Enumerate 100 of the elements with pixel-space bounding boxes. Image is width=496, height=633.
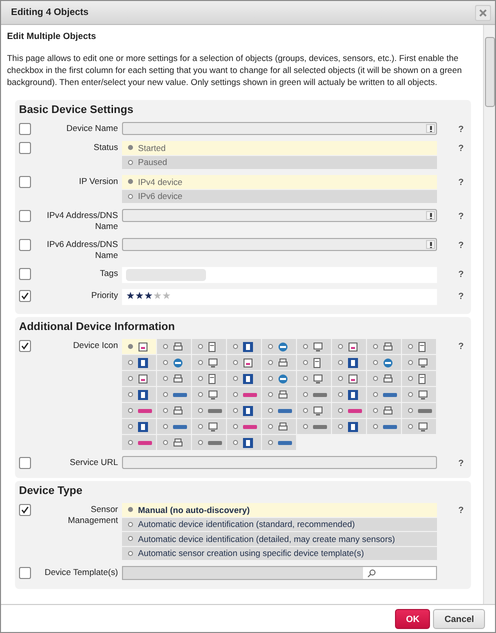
url-field[interactable] [122,456,437,469]
icon-option[interactable] [367,339,401,354]
radio-icon [408,344,413,349]
icon-option[interactable] [157,371,191,386]
icon-option[interactable] [192,387,226,402]
text-field[interactable] [122,238,437,251]
icon-option[interactable] [122,355,156,370]
field-label: Status [92,141,118,153]
icon-option[interactable] [192,339,226,354]
icon-option[interactable] [402,339,436,354]
icon-option[interactable] [227,371,261,386]
close-icon [479,8,487,16]
icon-option[interactable] [192,419,226,434]
checkbox[interactable] [19,340,31,352]
text-field[interactable] [122,122,437,135]
icon-option[interactable] [367,419,401,434]
checkbox[interactable] [19,567,31,579]
radio-option[interactable]: Automatic device identification (standard, recommended) [122,518,437,531]
checkbox[interactable] [19,457,31,469]
icon-option[interactable] [157,419,191,434]
radio-icon [408,408,413,413]
icon-option[interactable] [367,355,401,370]
icon-option[interactable] [297,403,331,418]
tags-field[interactable] [126,269,206,281]
icon-option[interactable] [262,403,296,418]
icon-option[interactable] [367,387,401,402]
help-mark[interactable]: ? [441,267,481,279]
icon-option[interactable] [367,403,401,418]
radio-option[interactable]: Automatic device identification (detailed, may create many sensors) [122,532,437,546]
radio-option[interactable]: Started [122,141,437,154]
icon-option[interactable] [402,387,436,402]
icon-option[interactable] [262,419,296,434]
icon-option[interactable] [157,403,191,418]
icon-option[interactable] [262,355,296,370]
icon-option[interactable] [227,435,261,450]
icon-option[interactable] [402,355,436,370]
printer-icon [278,358,288,368]
checkbox[interactable] [19,290,31,302]
icon-option[interactable] [332,419,366,434]
close-button[interactable] [475,4,491,20]
checkbox[interactable] [19,210,31,222]
icon-option[interactable] [192,355,226,370]
icon-option[interactable] [297,339,331,354]
device-icon [138,374,148,384]
icon-option[interactable] [332,355,366,370]
help-mark[interactable]: ? [441,209,481,221]
checkbox[interactable] [19,239,31,251]
icon-option[interactable] [192,371,226,386]
priority-stars[interactable]: ★★★★★ [126,292,171,302]
checkbox[interactable] [19,123,31,135]
icon-option[interactable] [332,371,366,386]
icon-option[interactable] [157,387,191,402]
icon-option[interactable] [157,435,191,450]
icon-option[interactable] [227,339,261,354]
help-mark[interactable]: ? [441,456,481,468]
icon-option[interactable] [227,403,261,418]
help-mark[interactable]: ? [441,122,481,134]
help-mark[interactable]: ? [441,339,481,351]
icon-option[interactable] [262,371,296,386]
icon-option[interactable] [297,355,331,370]
icon-option[interactable] [262,339,296,354]
search-field[interactable] [122,566,437,580]
icon-option[interactable] [332,339,366,354]
checkbox[interactable] [19,504,31,516]
help-mark[interactable]: ? [441,175,481,187]
circle-logo-icon [278,342,288,352]
radio-icon [233,392,238,397]
icon-option[interactable] [227,355,261,370]
checkbox[interactable] [19,176,31,188]
radio-option[interactable]: Manual (no auto-discovery) [122,503,437,516]
radio-option[interactable]: Paused [122,156,437,169]
radio-icon [303,408,308,413]
scrollbar[interactable] [483,25,495,604]
help-mark[interactable]: ? [441,141,481,153]
checkbox[interactable] [19,142,31,154]
radio-icon [128,376,133,381]
help-mark[interactable]: ? [441,503,481,515]
icon-option[interactable] [157,355,191,370]
radio-icon [128,344,133,349]
icon-option[interactable] [297,371,331,386]
icon-option[interactable] [157,339,191,354]
ok-button[interactable]: OK [394,608,430,628]
cancel-button[interactable]: Cancel [433,608,485,628]
icon-option[interactable] [332,387,366,402]
icon-option[interactable] [402,419,436,434]
icon-option[interactable] [402,371,436,386]
checkbox[interactable] [19,268,31,280]
help-mark[interactable]: ? [441,289,481,301]
icon-option[interactable] [367,371,401,386]
text-field[interactable] [122,209,437,222]
icon-option[interactable] [122,387,156,402]
radio-option[interactable]: IPv4 device [122,175,437,188]
icon-option[interactable] [122,419,156,434]
radio-option[interactable]: Automatic sensor creation using specific device template(s) [122,546,437,560]
radio-option[interactable]: IPv6 device [122,190,437,203]
icon-option[interactable] [122,371,156,386]
icon-option[interactable] [122,339,156,354]
icon-option[interactable] [262,387,296,402]
icon-option[interactable] [262,435,296,450]
help-mark[interactable]: ? [441,238,481,250]
